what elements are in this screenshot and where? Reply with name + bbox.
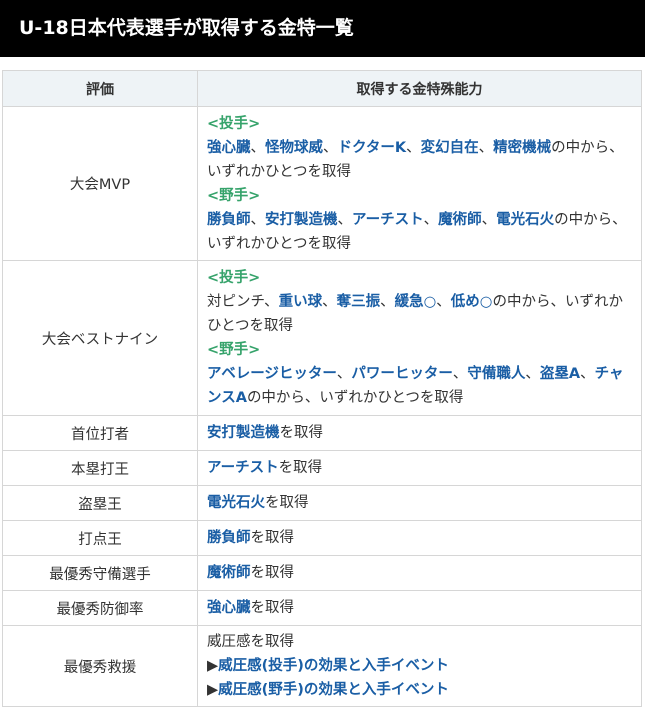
- triangle-right-icon: ▶: [207, 682, 219, 698]
- separator: 、: [336, 366, 352, 382]
- ability-link[interactable]: 勝負師: [207, 212, 251, 228]
- eval-cell: 盗塁王: [2, 485, 198, 521]
- ability-link[interactable]: ドクターK: [338, 140, 407, 156]
- pitcher-label: <投手>: [207, 115, 261, 132]
- ability-cell: <投手> 対ピンチ、重い球、奪三振、緩急○、低め○の中から、いずれかひとつを取得…: [197, 260, 642, 416]
- separator: 、: [406, 139, 421, 156]
- ability-link[interactable]: アベレージヒッター: [207, 366, 337, 382]
- pitcher-label: <投手>: [207, 270, 261, 286]
- ability-suffix: を取得: [265, 495, 309, 511]
- separator: 、: [436, 294, 451, 310]
- ability-link[interactable]: 安打製造機: [265, 212, 338, 228]
- eval-cell: 大会MVP: [2, 106, 198, 261]
- table-row: 本塁打王 アーチストを取得: [2, 450, 642, 486]
- table-row: 最優秀救援 威圧感を取得 ▶威圧感(投手)の効果と入手イベント ▶威圧感(野手)…: [2, 625, 642, 707]
- triangle-right-icon: ▶: [207, 658, 219, 674]
- ability-link[interactable]: 精密機械: [493, 140, 551, 156]
- eval-cell: 首位打者: [2, 415, 198, 451]
- fielder-label: <野手>: [207, 187, 261, 204]
- separator: 、: [423, 211, 439, 228]
- ability-cell: <投手> 強心臓、怪物球威、ドクターK、変幻自在、精密機械の中から、いずれかひと…: [197, 106, 642, 261]
- ability-suffix: を取得: [250, 565, 295, 581]
- ability-link[interactable]: パワーヒッター: [351, 366, 453, 382]
- ability-cell: 強心臓を取得: [197, 590, 642, 626]
- ability-link[interactable]: 強心臓: [207, 600, 251, 616]
- ability-link[interactable]: 電光石火: [496, 212, 554, 228]
- link-intimidation-fielder[interactable]: 威圧感(野手)の効果と入手イベント: [218, 682, 449, 698]
- ability-suffix: を取得: [250, 530, 295, 546]
- eval-cell: 最優秀救援: [2, 625, 198, 707]
- table-row: 大会ベストナイン <投手> 対ピンチ、重い球、奪三振、緩急○、低め○の中から、い…: [2, 260, 642, 416]
- table-row: 打点王 勝負師を取得: [2, 520, 642, 556]
- ability-link[interactable]: 変幻自在: [421, 140, 479, 156]
- separator: 、: [337, 211, 353, 228]
- ability-suffix: を取得: [250, 600, 295, 616]
- table-header-row: 評価 取得する金特殊能力: [2, 70, 642, 107]
- eval-cell: 大会ベストナイン: [2, 260, 198, 416]
- separator: 、: [380, 294, 395, 310]
- separator: 、: [580, 366, 595, 382]
- ability-link[interactable]: アーチスト: [352, 212, 424, 228]
- ability-link[interactable]: アーチスト: [207, 460, 279, 476]
- gold-ability-table: 評価 取得する金特殊能力 大会MVP <投手> 強心臓、怪物球威、ドクターK、変…: [2, 70, 642, 707]
- page: U-18日本代表選手が取得する金特一覧 評価 取得する金特殊能力 大会MVP <…: [0, 0, 645, 711]
- separator: 、: [323, 139, 338, 156]
- ability-tail: の中から、いずれかひとつを取得: [246, 390, 464, 406]
- eval-cell: 最優秀守備選手: [2, 555, 198, 591]
- ability-cell: 電光石火を取得: [197, 485, 642, 521]
- ability-suffix: を取得: [279, 425, 324, 441]
- ability-link[interactable]: 奪三振: [337, 294, 381, 310]
- fielder-label: <野手>: [207, 342, 261, 358]
- ability-link[interactable]: 重い球: [279, 294, 323, 310]
- page-heading: U-18日本代表選手が取得する金特一覧: [0, 0, 645, 57]
- ability-link[interactable]: 魔術師: [438, 212, 482, 228]
- ability-link[interactable]: 低め○: [451, 294, 493, 310]
- ability-link[interactable]: 勝負師: [207, 530, 251, 546]
- ability-link[interactable]: 盗塁A: [540, 366, 580, 382]
- ability-link[interactable]: 強心臓: [207, 140, 251, 156]
- separator: 、: [250, 139, 266, 156]
- eval-cell: 打点王: [2, 520, 198, 556]
- table-row: 最優秀守備選手 魔術師を取得: [2, 555, 642, 591]
- ability-link[interactable]: 魔術師: [207, 565, 251, 581]
- separator: 、: [481, 211, 497, 228]
- ability-link[interactable]: 怪物球威: [265, 140, 323, 156]
- separator: 、: [250, 211, 266, 228]
- ability-link[interactable]: 安打製造機: [207, 425, 280, 441]
- ability-suffix: を取得: [278, 460, 323, 476]
- separator: 、: [322, 294, 337, 310]
- ability-link[interactable]: 守備職人: [467, 366, 525, 382]
- ability-link[interactable]: 電光石火: [207, 495, 265, 511]
- ability-link[interactable]: 緩急○: [395, 294, 437, 310]
- ability-cell: 魔術師を取得: [197, 555, 642, 591]
- separator: 、: [525, 366, 540, 382]
- ability-cell: アーチストを取得: [197, 450, 642, 486]
- header-ability: 取得する金特殊能力: [197, 70, 642, 107]
- eval-cell: 本塁打王: [2, 450, 198, 486]
- table-row: 大会MVP <投手> 強心臓、怪物球威、ドクターK、変幻自在、精密機械の中から、…: [2, 106, 642, 261]
- table-row: 首位打者 安打製造機を取得: [2, 415, 642, 451]
- ability-cell: 勝負師を取得: [197, 520, 642, 556]
- table-row: 盗塁王 電光石火を取得: [2, 485, 642, 521]
- ability-plain: 威圧感を取得: [207, 634, 294, 650]
- separator: 、: [478, 139, 494, 156]
- link-intimidation-pitcher[interactable]: 威圧感(投手)の効果と入手イベント: [218, 658, 449, 674]
- eval-cell: 最優秀防御率: [2, 590, 198, 626]
- table-row: 最優秀防御率 強心臓を取得: [2, 590, 642, 626]
- ability-cell: 安打製造機を取得: [197, 415, 642, 451]
- ability-plain: 対ピンチ、: [207, 294, 279, 310]
- separator: 、: [452, 366, 468, 382]
- header-eval: 評価: [2, 70, 198, 107]
- ability-cell: 威圧感を取得 ▶威圧感(投手)の効果と入手イベント ▶威圧感(野手)の効果と入手…: [197, 625, 642, 707]
